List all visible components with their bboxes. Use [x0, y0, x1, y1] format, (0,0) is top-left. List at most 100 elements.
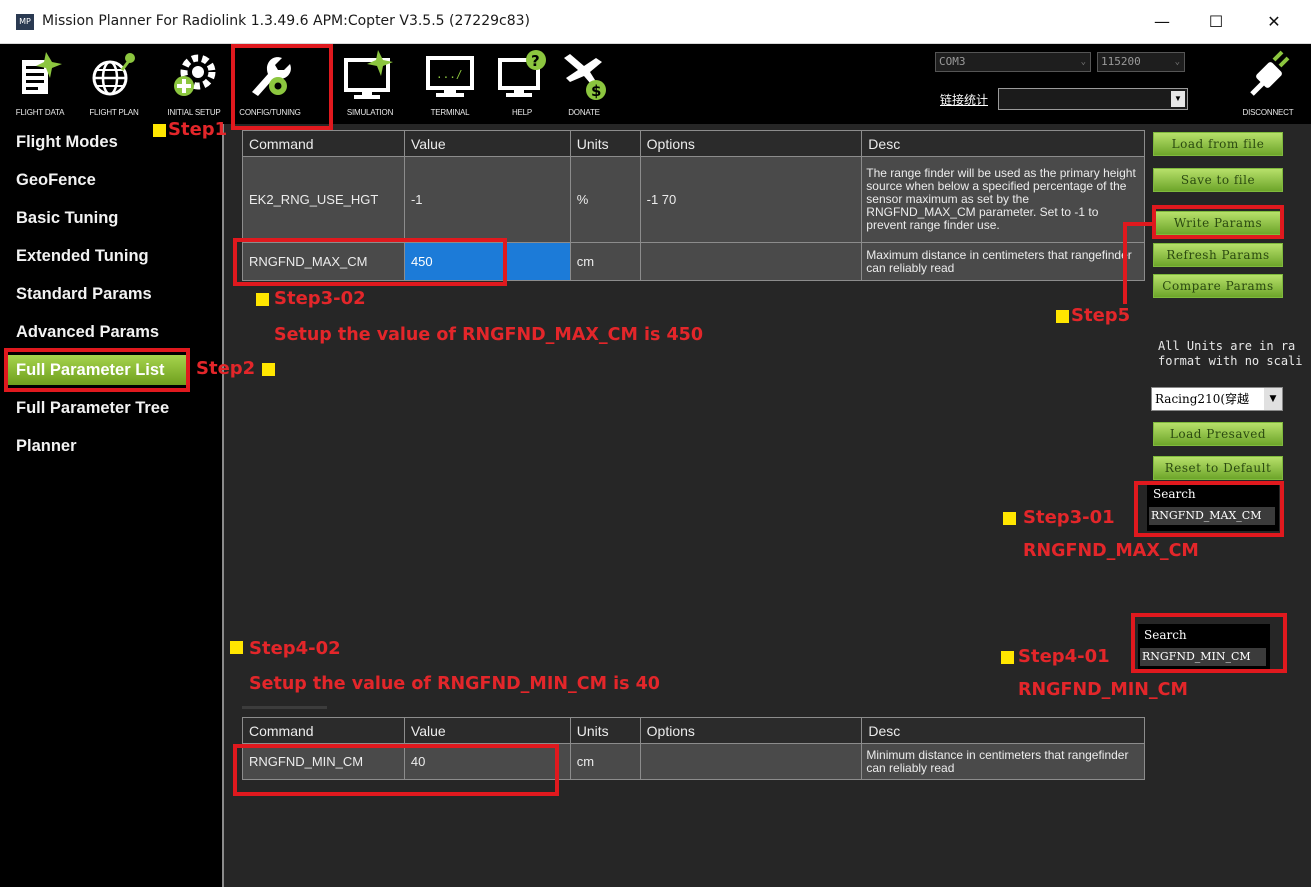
annotation-step2: Step2	[196, 358, 256, 379]
disconnect-plug-icon	[1250, 50, 1290, 96]
cell-units: cm	[569, 743, 641, 780]
chevron-down-icon: ▼	[1264, 388, 1282, 410]
link-stats-select[interactable]: ▼	[998, 88, 1188, 110]
grid-header-row: Command Value Units Options Desc	[242, 717, 1145, 744]
help-icon: ?	[498, 50, 546, 97]
annotation-step4-01-desc: RNGFND_MIN_CM	[1018, 680, 1188, 700]
marker-square	[230, 641, 243, 654]
marker-square	[1003, 512, 1016, 525]
marker-square	[1056, 310, 1069, 323]
toolbar-flight-plan[interactable]: FLIGHT PLAN	[78, 44, 150, 124]
app-logo-icon: MP	[16, 14, 34, 30]
toolbar-initial-setup[interactable]: INITIAL SETUP	[158, 44, 230, 124]
chevron-down-icon: ▼	[1171, 91, 1185, 107]
units-note-line: All Units are in ra	[1158, 339, 1296, 353]
units-note: All Units are in ra format with no scali	[1158, 339, 1303, 369]
marker-square	[153, 124, 166, 137]
grid-header-row: Command Value Units Options Desc	[242, 130, 1145, 157]
sidebar-item-geofence[interactable]: GeoFence	[8, 165, 188, 195]
highlight-rngfnd-max-row	[233, 238, 507, 286]
sidebar-item-basic-tuning[interactable]: Basic Tuning	[8, 203, 188, 233]
marker-square	[1001, 651, 1014, 664]
svg-text:$: $	[591, 82, 601, 100]
table-row[interactable]: EK2_RNG_USE_HGT -1 % -1 70 The range fin…	[242, 156, 1145, 243]
sidebar-item-advanced-params[interactable]: Advanced Params	[8, 317, 188, 347]
column-header-options[interactable]: Options	[639, 717, 863, 744]
link-stats-link[interactable]: 链接统计	[940, 91, 988, 108]
column-header-units[interactable]: Units	[569, 717, 641, 744]
annotation-step3-02-desc: Setup the value of RNGFND_MAX_CM is 450	[274, 325, 704, 345]
highlight-write-params	[1152, 205, 1284, 239]
annotation-step5: Step5	[1071, 305, 1131, 326]
load-presaved-button[interactable]: Load Presaved	[1153, 422, 1283, 446]
chevron-down-icon: ⌄	[1080, 57, 1086, 67]
refresh-params-button[interactable]: Refresh Params	[1153, 243, 1283, 267]
column-header-command[interactable]: Command	[242, 717, 405, 744]
window-title: Mission Planner For Radiolink 1.3.49.6 A…	[42, 13, 530, 29]
flight-data-icon	[22, 52, 62, 94]
cell-desc: The range finder will be used as the pri…	[861, 156, 1145, 243]
minimize-button[interactable]: —	[1142, 8, 1182, 36]
marker-square	[256, 293, 269, 306]
toolbar-flight-data[interactable]: FLIGHT DATA	[4, 44, 76, 124]
save-to-file-button[interactable]: Save to file	[1153, 168, 1283, 192]
highlight-search-min	[1131, 613, 1287, 673]
highlight-full-parameter-list	[4, 348, 190, 392]
load-from-file-button[interactable]: Load from file	[1153, 132, 1283, 156]
horizontal-scrollbar[interactable]	[242, 706, 327, 709]
annotation-step3-01-desc: RNGFND_MAX_CM	[1023, 541, 1199, 561]
pointer-line	[1123, 222, 1153, 226]
compare-params-button[interactable]: Compare Params	[1153, 274, 1283, 298]
cell-desc: Minimum distance in centimeters that ran…	[861, 743, 1145, 780]
reset-to-default-button[interactable]: Reset to Default	[1153, 456, 1283, 480]
baud-rate-select[interactable]: 115200 ⌄	[1097, 52, 1185, 72]
annotation-step4-01: Step4-01	[1018, 646, 1110, 667]
sidebar-item-extended-tuning[interactable]: Extended Tuning	[8, 241, 188, 271]
column-header-command[interactable]: Command	[242, 130, 405, 157]
pointer-line	[1123, 222, 1127, 304]
preset-value: Racing210(穿越	[1155, 392, 1250, 406]
config-sidebar: Flight Modes GeoFence Basic Tuning Exten…	[0, 124, 224, 887]
cell-units: %	[569, 156, 641, 243]
toolbar-donate[interactable]: $ DONATE	[548, 44, 620, 124]
maximize-button[interactable]: ☐	[1196, 8, 1236, 36]
toolbar-label: DISCONNECT	[1242, 108, 1294, 117]
cell-command: EK2_RNG_USE_HGT	[242, 156, 405, 243]
column-header-value[interactable]: Value	[403, 717, 571, 744]
sidebar-item-planner[interactable]: Planner	[8, 431, 188, 461]
toolbar-label: FLIGHT PLAN	[89, 108, 139, 117]
cell-desc: Maximum distance in centimeters that ran…	[861, 242, 1145, 281]
column-header-desc[interactable]: Desc	[861, 717, 1145, 744]
com-port-select[interactable]: COM3 ⌄	[935, 52, 1091, 72]
donate-icon: $	[564, 54, 606, 100]
cell-units: cm	[569, 242, 641, 281]
sidebar-item-full-parameter-tree[interactable]: Full Parameter Tree	[8, 393, 188, 423]
highlight-search-max	[1134, 481, 1284, 537]
close-button[interactable]: ✕	[1254, 8, 1294, 36]
column-header-value[interactable]: Value	[403, 130, 571, 157]
toolbar-label: DONATE	[568, 108, 600, 117]
column-header-options[interactable]: Options	[639, 130, 863, 157]
svg-text:?: ?	[531, 52, 540, 70]
highlight-rngfnd-min-row	[233, 744, 559, 796]
units-note-line: format with no scali	[1158, 354, 1303, 368]
baud-rate-value: 115200	[1101, 55, 1141, 68]
column-header-desc[interactable]: Desc	[861, 130, 1145, 157]
sidebar-item-standard-params[interactable]: Standard Params	[8, 279, 188, 309]
annotation-step3-02: Step3-02	[274, 288, 366, 309]
terminal-icon: ...∕	[426, 56, 474, 97]
svg-text:...∕: ...∕	[436, 68, 463, 81]
preset-select[interactable]: Racing210(穿越 ▼	[1151, 387, 1283, 411]
annotation-step1: Step1	[168, 119, 228, 140]
column-header-units[interactable]: Units	[569, 130, 641, 157]
disconnect-button[interactable]: DISCONNECT	[1230, 44, 1306, 124]
toolbar-simulation[interactable]: SIMULATION	[334, 44, 406, 124]
simulation-icon	[344, 50, 393, 99]
initial-setup-icon	[174, 54, 216, 96]
cell-value[interactable]: -1	[403, 156, 571, 243]
main-toolbar: FLIGHT DATA FLIGHT PLAN INITIAL SETUP CO…	[0, 44, 1311, 124]
cell-options	[639, 743, 863, 780]
title-bar: MP Mission Planner For Radiolink 1.3.49.…	[0, 0, 1311, 44]
marker-square	[262, 363, 275, 376]
cell-options: -1 70	[639, 156, 863, 243]
